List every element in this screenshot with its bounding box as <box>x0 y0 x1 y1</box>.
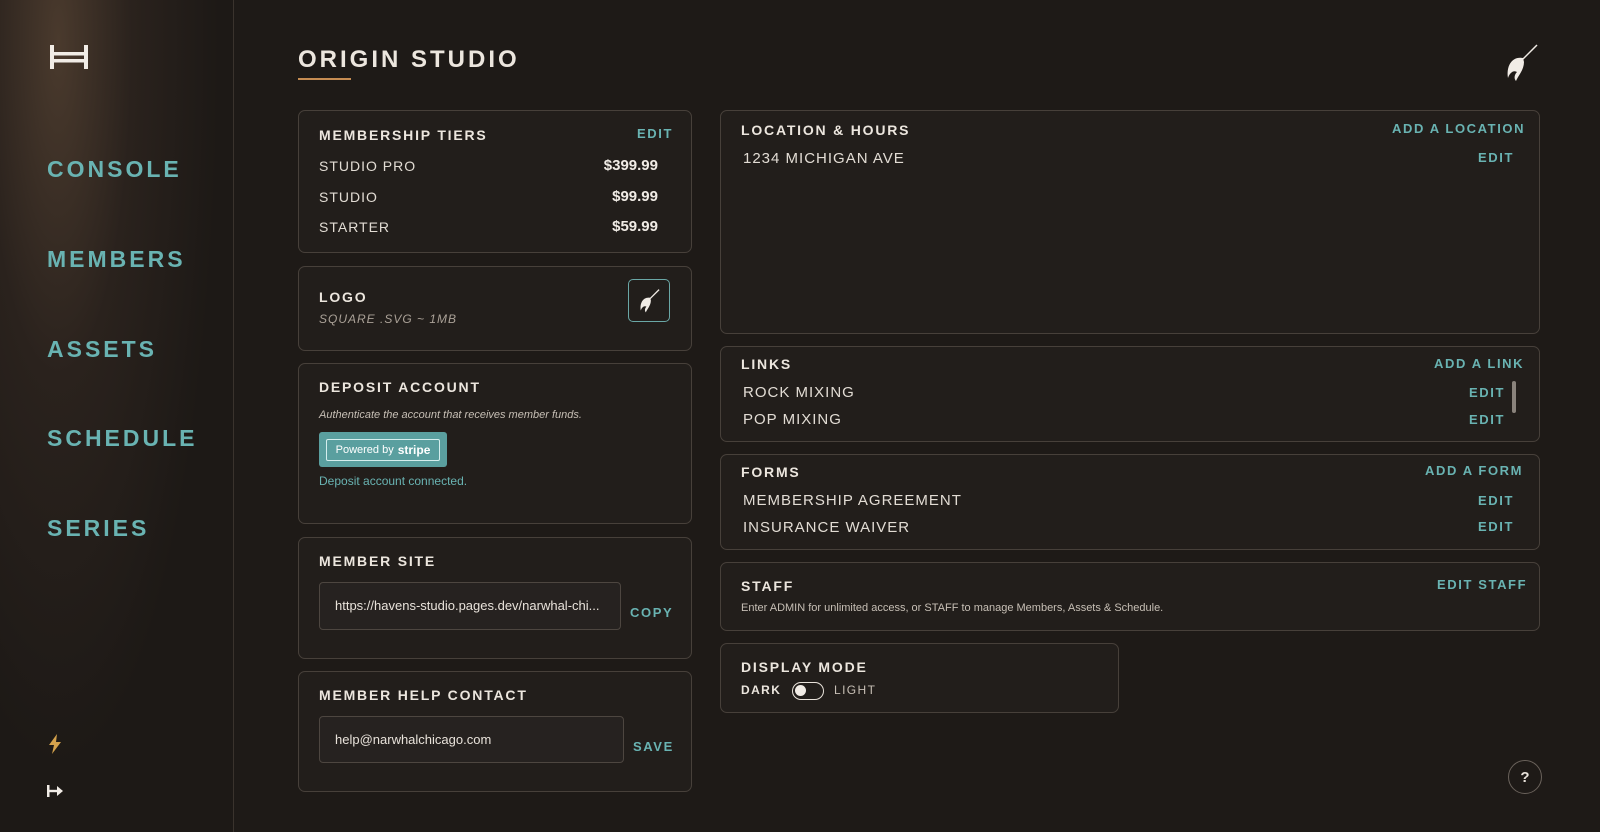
location-edit-button[interactable]: EDIT <box>1478 150 1514 165</box>
nav-series[interactable]: SERIES <box>47 515 149 542</box>
member-site-url-field[interactable]: https://havens-studio.pages.dev/narwhal-… <box>319 582 621 630</box>
help-email-input[interactable] <box>319 716 624 763</box>
stripe-brand: stripe <box>397 442 431 457</box>
deposit-status: Deposit account connected. <box>319 474 468 488</box>
add-form-button[interactable]: ADD A FORM <box>1425 463 1523 478</box>
display-mode-toggle[interactable] <box>792 682 824 700</box>
stripe-connect-button[interactable]: Powered by stripe <box>319 432 447 467</box>
logo-subtitle: SQUARE .SVG ~ 1MB <box>319 312 458 326</box>
brand-logo-icon[interactable] <box>49 44 89 70</box>
title-underline <box>298 78 351 80</box>
logout-arrow-icon[interactable] <box>46 784 64 798</box>
link-edit-button[interactable]: EDIT <box>1469 412 1505 427</box>
lightning-icon[interactable] <box>46 733 64 755</box>
links-scrollbar[interactable] <box>1512 381 1516 413</box>
membership-tiers-title: MEMBERSHIP TIERS <box>319 127 488 143</box>
help-contact-title: MEMBER HELP CONTACT <box>319 687 528 703</box>
links-title: LINKS <box>741 356 792 372</box>
form-edit-button[interactable]: EDIT <box>1478 493 1514 508</box>
add-link-button[interactable]: ADD A LINK <box>1434 356 1524 371</box>
add-location-button[interactable]: ADD A LOCATION <box>1392 121 1525 136</box>
location-title: LOCATION & HOURS <box>741 122 911 138</box>
narwhal-icon <box>640 288 660 312</box>
tier-price: $399.99 <box>603 157 658 174</box>
deposit-description: Authenticate the account that receives m… <box>319 409 582 421</box>
nav-members[interactable]: MEMBERS <box>47 246 186 273</box>
membership-edit-button[interactable]: EDIT <box>637 126 673 141</box>
member-site-title: MEMBER SITE <box>319 553 437 569</box>
stripe-badge: Powered by stripe <box>325 438 441 461</box>
deposit-title: DEPOSIT ACCOUNT <box>319 379 481 395</box>
tier-name: STARTER <box>319 219 391 235</box>
tier-price: $99.99 <box>612 188 658 205</box>
form-item: MEMBERSHIP AGREEMENT <box>743 492 962 509</box>
link-item: ROCK MIXING <box>743 384 855 401</box>
link-item: POP MIXING <box>743 411 842 428</box>
form-item: INSURANCE WAIVER <box>743 519 911 536</box>
display-mode-title: DISPLAY MODE <box>741 659 868 675</box>
light-mode-label: LIGHT <box>834 683 877 697</box>
copy-url-button[interactable]: COPY <box>630 605 673 620</box>
staff-title: STAFF <box>741 578 795 594</box>
stripe-prefix: Powered by <box>335 443 394 456</box>
location-item: 1234 MICHIGAN AVE <box>743 150 905 167</box>
location-card <box>720 110 1540 334</box>
dark-mode-label: DARK <box>741 683 782 697</box>
help-button[interactable]: ? <box>1508 760 1542 794</box>
toggle-knob <box>795 685 806 696</box>
narwhal-icon <box>1507 44 1538 81</box>
nav-console[interactable]: CONSOLE <box>47 156 182 183</box>
tier-price: $59.99 <box>612 218 658 235</box>
save-email-button[interactable]: SAVE <box>633 739 674 754</box>
form-edit-button[interactable]: EDIT <box>1478 519 1514 534</box>
staff-description: Enter ADMIN for unlimited access, or STA… <box>741 602 1164 614</box>
tier-name: STUDIO PRO <box>319 158 417 174</box>
logo-title: LOGO <box>319 289 368 305</box>
display-mode-card <box>720 643 1119 713</box>
logo-upload-button[interactable] <box>628 279 670 322</box>
sidebar: CONSOLE MEMBERS ASSETS SCHEDULE SERIES <box>0 0 234 832</box>
nav-schedule[interactable]: SCHEDULE <box>47 425 198 452</box>
staff-card <box>720 562 1540 631</box>
nav-assets[interactable]: ASSETS <box>47 336 157 363</box>
tier-name: STUDIO <box>319 189 378 205</box>
link-edit-button[interactable]: EDIT <box>1469 385 1505 400</box>
edit-staff-button[interactable]: EDIT STAFF <box>1437 577 1527 592</box>
forms-title: FORMS <box>741 464 801 480</box>
page-title: ORIGIN STUDIO <box>298 46 520 73</box>
